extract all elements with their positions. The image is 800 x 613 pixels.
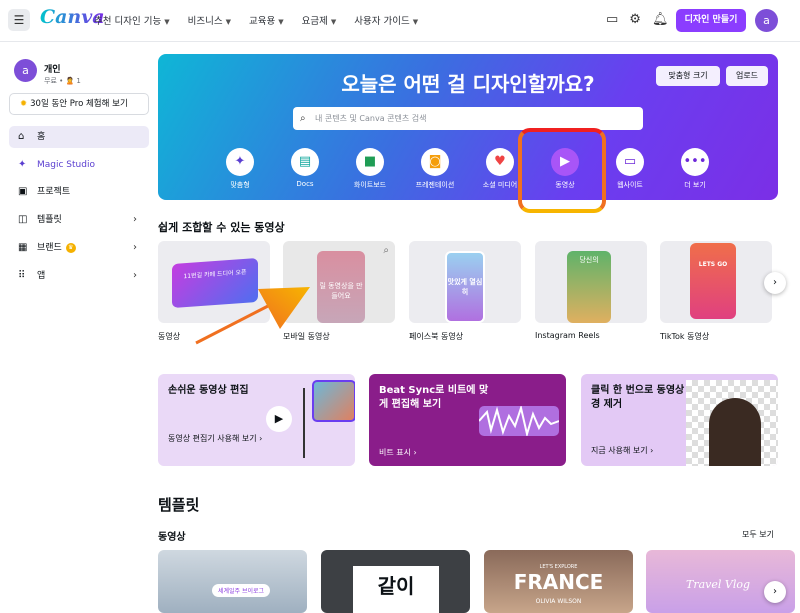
thumb-instagram-art: 당신의 — [567, 251, 611, 323]
docs-icon: ▤ — [291, 148, 319, 176]
chevron-down-icon: ▼ — [412, 18, 419, 26]
hero-title: 오늘은 어떤 걸 디자인할까요? — [341, 72, 595, 96]
category-whiteboard[interactable]: ■ 화이트보드 — [340, 148, 400, 190]
sidebar-item-magic-studio[interactable]: ✦ Magic Studio — [9, 154, 149, 176]
nav-item-business[interactable]: 비즈니스 ▼ — [188, 13, 231, 27]
avatar[interactable]: a — [755, 9, 778, 32]
hamburger-icon[interactable]: ☰ — [8, 9, 30, 31]
templates-next-button[interactable]: › — [764, 581, 786, 603]
thumb-facebook-art: 맛있게 열심히 — [445, 251, 485, 323]
nav-item-education[interactable]: 교육용 ▼ — [249, 13, 284, 27]
see-all-link[interactable]: 모두 보기 — [742, 529, 774, 540]
promo-link[interactable]: 비트 표시 › — [379, 446, 417, 459]
chevron-right-icon: › — [133, 214, 137, 225]
bell-icon[interactable]: 🔔︎ — [652, 12, 669, 27]
top-bar: ☰ Canva 추천 디자인 기능 ▼ 비즈니스 ▼ 교육용 ▼ 요금제 ▼ 사용자 가… — [0, 0, 800, 42]
sidebar: a 개인 무료 • 🙎 1 ✹ 30일 동안 Pro 체험해 보기 ⌂ 홈 ✦ Mag… — [0, 43, 158, 613]
thumb-mobile-art: 릴 동영상을 만들어요 — [317, 251, 365, 323]
nav-item-features[interactable]: 추천 디자인 기능 ▼ — [94, 13, 170, 27]
category-docs[interactable]: ▤ Docs — [275, 148, 335, 188]
star-icon: ✹ — [20, 99, 28, 109]
person-cutout — [709, 398, 761, 466]
category-website[interactable]: ▭ 웹사이트 — [600, 148, 660, 190]
chevron-right-icon: › — [133, 242, 137, 253]
home-icon: ⌂ — [18, 131, 25, 142]
gear-icon[interactable]: ⚙ — [629, 12, 641, 27]
sparkle-icon: ✦ — [226, 148, 254, 176]
sidebar-item-templates[interactable]: ◫ 템플릿 › — [9, 209, 149, 231]
promo-background-remover[interactable]: 클릭 한 번으로 동영상 배경 제거 지금 사용해 보기 › — [581, 374, 778, 466]
top-nav: 추천 디자인 기능 ▼ 비즈니스 ▼ 교육용 ▼ 요금제 ▼ 사용자 가이드 ▼ — [94, 13, 436, 27]
hero-banner: 오늘은 어떤 걸 디자인할까요? 맞춤형 크기 업로드 ⌕ 내 콘텐츠 및 Ca… — [158, 54, 778, 200]
heart-icon: ♥ — [486, 148, 514, 176]
crown-icon: ♛ — [65, 242, 76, 253]
category-more[interactable]: ••• 더 보기 — [665, 148, 725, 190]
nav-item-pricing[interactable]: 요금제 ▼ — [302, 13, 337, 27]
templates-subtitle: 동영상 — [158, 532, 186, 543]
search-input[interactable]: ⌕ 내 콘텐츠 및 Canva 콘텐츠 검색 — [293, 107, 643, 130]
video-highlight-box — [518, 128, 606, 213]
search-icon[interactable]: ⌕ — [383, 245, 389, 256]
carousel-next-button[interactable]: › — [764, 272, 786, 294]
chevron-right-icon: › — [133, 270, 137, 281]
template-card[interactable]: LET'S EXPLORE FRANCE OLIVIA WILSON — [484, 550, 633, 613]
promo-video-editor[interactable]: 손쉬운 동영상 편집 동영상 편집기 사용해 보기 › ▶ — [158, 374, 355, 466]
top-icons: ▭ ⚙ 🔔︎ — [606, 12, 668, 27]
whiteboard-icon: ■ — [356, 148, 384, 176]
user-name: 개인 — [44, 65, 61, 75]
website-icon: ▭ — [616, 148, 644, 176]
promo-beat-sync[interactable]: Beat Sync로 비트에 맞게 편집해 보기 비트 표시 › — [369, 374, 566, 466]
chevron-down-icon: ▼ — [330, 18, 337, 26]
annotation-arrow-icon — [195, 287, 310, 345]
pro-trial-button[interactable]: ✹ 30일 동안 Pro 체험해 보기 — [9, 93, 149, 115]
thumb-label: 페이스북 동영상 — [409, 332, 464, 341]
promo-link[interactable]: 동영상 편집기 사용해 보기 › — [168, 432, 268, 445]
template-card[interactable]: 같이 — [321, 550, 470, 613]
folder-icon: ▣ — [18, 186, 28, 197]
thumb-label: Instagram Reels — [535, 331, 600, 340]
thumb-label: 동영상 — [158, 332, 181, 341]
template-card[interactable]: 세계일주 브이로그 — [158, 550, 307, 613]
thumb-label: TikTok 동영상 — [660, 332, 710, 341]
thumb-facebook-video[interactable]: 맛있게 열심히 — [409, 241, 521, 323]
more-icon: ••• — [681, 148, 709, 176]
user-avatar: a — [14, 59, 37, 82]
presentation-icon: ◙ — [421, 148, 449, 176]
search-icon: ⌕ — [300, 113, 306, 124]
template-icon: ◫ — [18, 214, 28, 225]
apps-icon: ⠿ — [18, 270, 26, 281]
brand-icon: ▦ — [18, 242, 28, 253]
promo-link[interactable]: 지금 사용해 보기 › — [591, 444, 653, 457]
templates-title: 템플릿 — [158, 496, 200, 514]
category-custom[interactable]: ✦ 맞춤형 — [210, 148, 270, 190]
sidebar-item-home[interactable]: ⌂ 홈 — [9, 126, 149, 148]
timeline-playhead — [303, 388, 305, 458]
thumb-instagram-reels[interactable]: 당신의 — [535, 241, 647, 323]
sparkle-icon: ✦ — [18, 159, 27, 170]
monitor-icon[interactable]: ▭ — [606, 12, 618, 27]
category-presentation[interactable]: ◙ 프레젠테이션 — [405, 148, 465, 190]
video-clip-thumbnail — [312, 380, 355, 422]
play-icon[interactable]: ▶ — [266, 406, 292, 432]
user-plan: 무료 • 🙎 1 — [44, 77, 81, 85]
create-design-button[interactable]: 디자인 만들기 — [676, 9, 746, 32]
chevron-down-icon: ▼ — [278, 18, 284, 26]
upload-button[interactable]: 업로드 — [726, 66, 768, 86]
nav-item-guide[interactable]: 사용자 가이드 ▼ — [354, 13, 418, 27]
chevron-down-icon: ▼ — [164, 18, 170, 26]
video-section-title: 쉽게 조합할 수 있는 동영상 — [158, 221, 285, 234]
thumb-tiktok-video[interactable]: LETS GO — [660, 241, 772, 323]
waveform-panel — [478, 404, 560, 438]
chevron-down-icon: ▼ — [225, 18, 231, 26]
custom-size-button[interactable]: 맞춤형 크기 — [656, 66, 720, 86]
waveform-icon — [478, 404, 560, 438]
sidebar-item-projects[interactable]: ▣ 프로젝트 — [9, 181, 149, 203]
sidebar-item-brand[interactable]: ▦ 브랜드 ♛ › — [9, 237, 149, 259]
thumb-tiktok-art: LETS GO — [690, 243, 736, 319]
sidebar-item-apps[interactable]: ⠿ 앱 › — [9, 265, 149, 287]
